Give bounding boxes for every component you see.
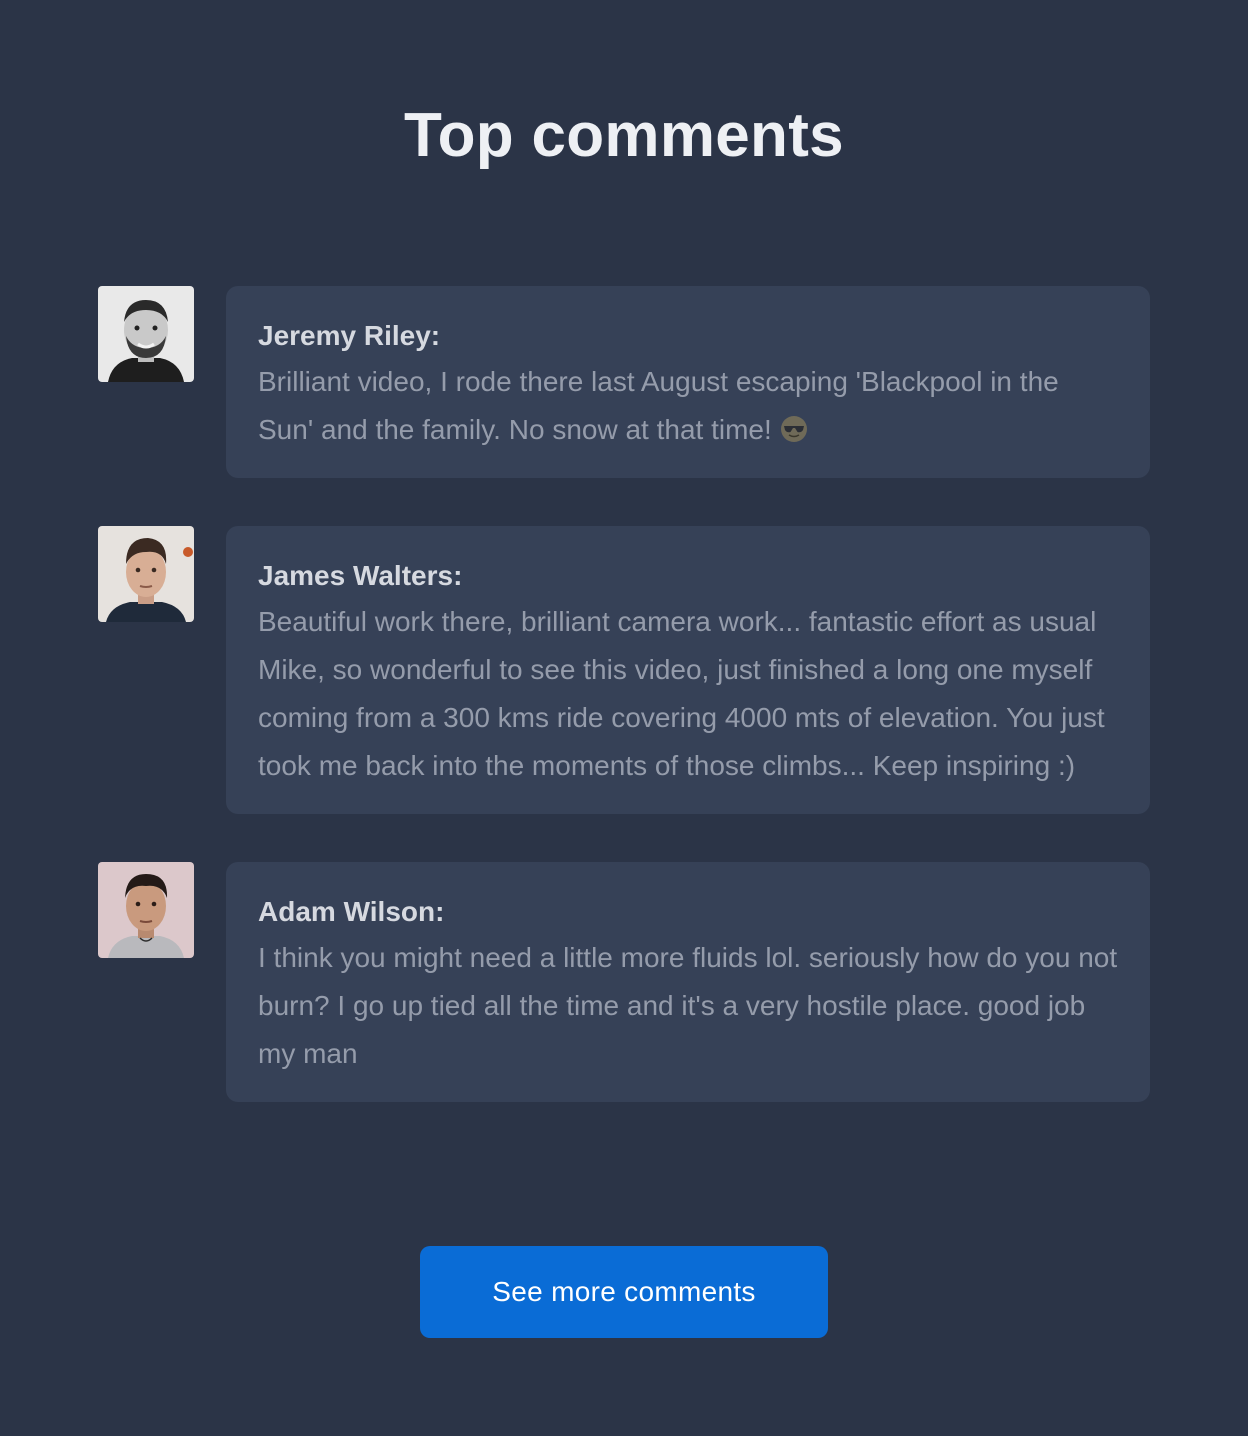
comments-list: Jeremy Riley: Brilliant video, I rode th…: [98, 286, 1150, 1150]
comment-author: Jeremy Riley:: [258, 320, 441, 351]
comment-text: I think you might need a little more flu…: [258, 942, 1118, 1069]
comment-item: Jeremy Riley: Brilliant video, I rode th…: [98, 286, 1150, 478]
comment-item: Adam Wilson: I think you might need a li…: [98, 862, 1150, 1102]
sunglasses-emoji-icon: [780, 416, 807, 442]
avatar-adam-wilson[interactable]: [98, 862, 194, 958]
see-more-comments-button[interactable]: See more comments: [420, 1246, 828, 1338]
avatar-photo: [98, 862, 194, 958]
avatar-james-walters[interactable]: [98, 526, 194, 622]
avatar-jeremy-riley[interactable]: [98, 286, 194, 382]
comment-text: Beautiful work there, brilliant camera w…: [258, 606, 1105, 781]
page-title: Top comments: [404, 101, 844, 170]
comment-text: Brilliant video, I rode there last Augus…: [258, 366, 1059, 445]
comment-author: James Walters:: [258, 560, 463, 591]
avatar-photo: [98, 286, 194, 382]
comment-bubble: Adam Wilson: I think you might need a li…: [226, 862, 1150, 1102]
comment-bubble: Jeremy Riley: Brilliant video, I rode th…: [226, 286, 1150, 478]
comment-text-wrapper: Brilliant video, I rode there last Augus…: [258, 358, 1118, 454]
comment-author: Adam Wilson:: [258, 896, 445, 927]
avatar-photo: [98, 526, 194, 622]
comment-item: James Walters: Beautiful work there, bri…: [98, 526, 1150, 814]
comment-bubble: James Walters: Beautiful work there, bri…: [226, 526, 1150, 814]
